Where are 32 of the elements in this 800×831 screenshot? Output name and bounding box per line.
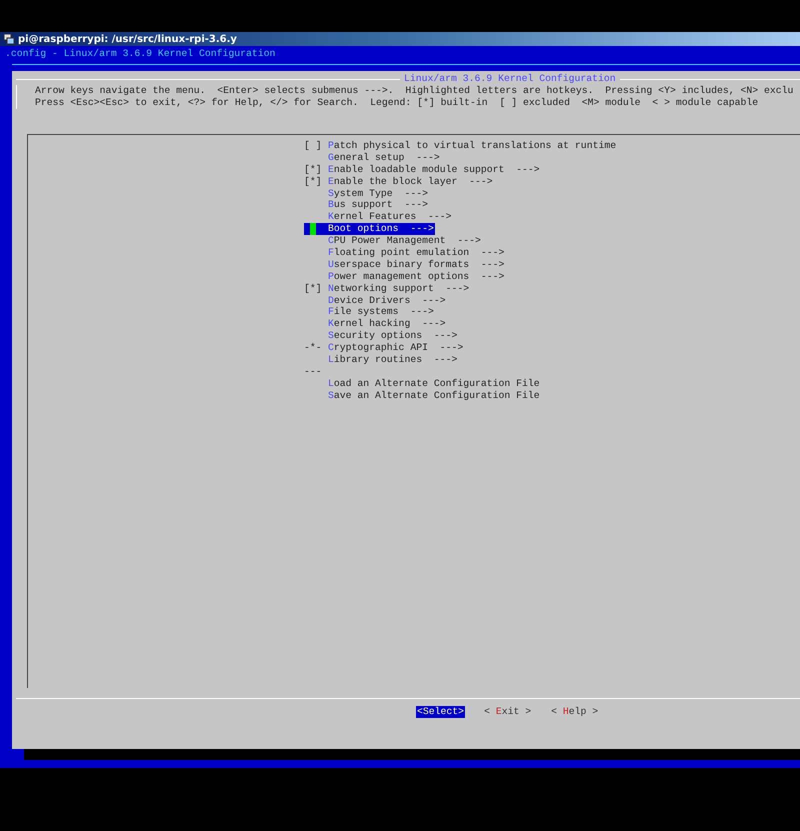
menu-separator: --- bbox=[304, 366, 322, 377]
menu-item[interactable]: File systems ---> bbox=[304, 306, 435, 318]
menu-item[interactable]: Kernel hacking ---> bbox=[304, 318, 447, 330]
menu-item[interactable]: General setup ---> bbox=[304, 152, 441, 164]
dialog-button[interactable]: < Exit > bbox=[483, 706, 532, 718]
menu-item[interactable]: Load an Alternate Configuration File bbox=[304, 378, 541, 390]
dialog-button[interactable]: <Select> bbox=[416, 706, 466, 718]
menu-item[interactable]: -*- Cryptographic API ---> bbox=[304, 342, 464, 354]
menu-item[interactable]: Bus support ---> bbox=[304, 199, 429, 212]
window-title: pi@raspberrypi: /usr/src/linux-rpi-3.6.y bbox=[18, 34, 237, 44]
menu-item[interactable]: Kernel Features ---> bbox=[304, 211, 452, 224]
menu-item[interactable]: Userspace binary formats ---> bbox=[304, 258, 506, 271]
menu-item[interactable]: Security options ---> bbox=[304, 330, 458, 342]
dialog-button[interactable]: < Help > bbox=[550, 706, 600, 718]
menu-item[interactable]: Device Drivers ---> bbox=[304, 294, 447, 306]
menu-item[interactable]: [ ] Patch physical to virtual translations at runtime bbox=[304, 140, 618, 152]
menu-item[interactable]: [*] Enable the block layer ---> bbox=[304, 176, 494, 188]
menu-item[interactable]: Save an Alternate Configuration File bbox=[304, 390, 541, 402]
menu-item[interactable]: [*] Enable loadable module support ---> bbox=[304, 164, 541, 176]
terminal-icon bbox=[3, 33, 15, 45]
help-text: Arrow keys navigate the menu. <Enter> selects submenus --->. Highlighted letters are hotkeys. Pressing <Y> includes, <N> exclu bbox=[35, 85, 794, 97]
help-text: Press <Esc><Esc> to exit, <?> for Help, </> for Search. Legend: [*] built-in [ ] excluded <M> module < > module capable bbox=[35, 97, 760, 109]
menu-item[interactable]: Power management options ---> bbox=[304, 270, 506, 283]
menu-item[interactable]: [*] Networking support ---> bbox=[304, 282, 470, 295]
menu-item[interactable]: Library routines ---> bbox=[304, 354, 458, 366]
config-header: .config - Linux/arm 3.6.9 Kernel Configuration bbox=[4, 47, 276, 60]
menu-item[interactable]: Boot options ---> bbox=[304, 223, 435, 236]
dialog-title: Linux/arm 3.6.9 Kernel Configuration bbox=[403, 73, 617, 85]
text-cursor bbox=[310, 223, 316, 236]
menu-item[interactable]: CPU Power Management ---> bbox=[304, 235, 482, 248]
menu-item[interactable]: Floating point emulation ---> bbox=[304, 247, 506, 259]
menu-item[interactable]: System Type ---> bbox=[304, 188, 429, 200]
